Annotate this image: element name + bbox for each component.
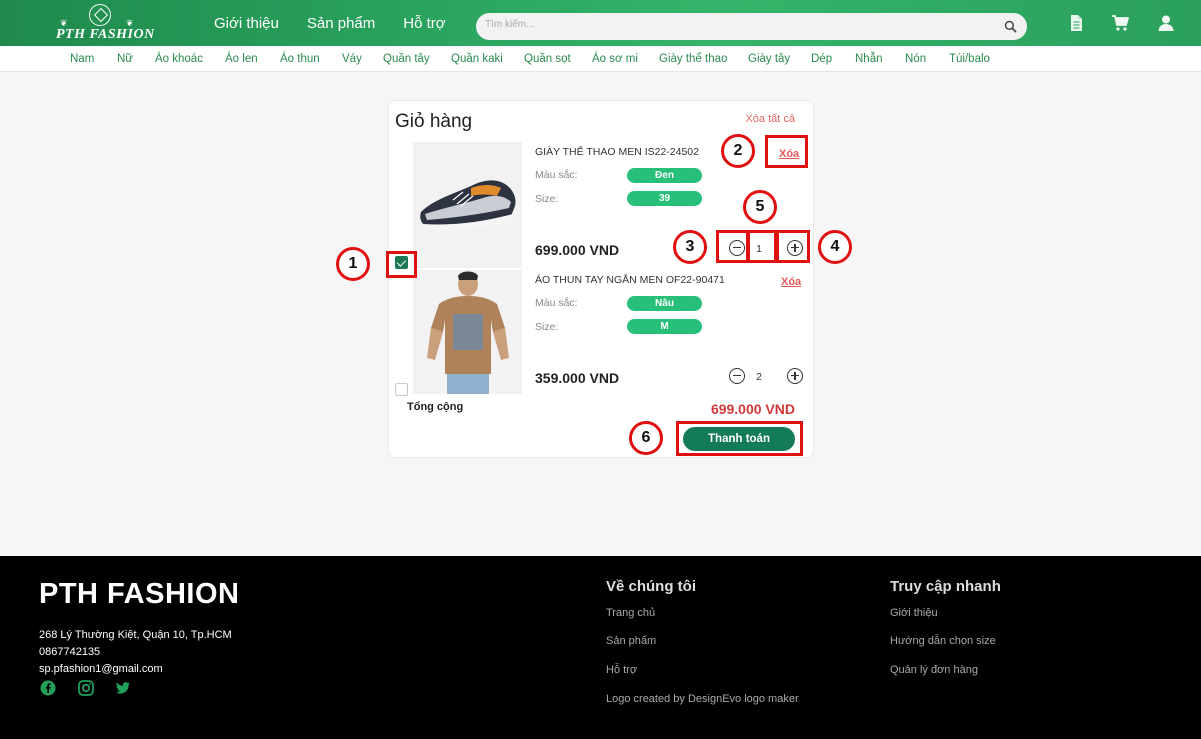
category-shorts[interactable]: Quần sọt [524, 53, 571, 65]
cart-item: ÁO THUN TAY NGẮN MEN OF22-90471 Xóa Màu … [389, 270, 815, 398]
logo-text: PTH FASHION [56, 27, 155, 42]
color-value: Đen [627, 168, 702, 183]
category-sweater[interactable]: Áo len [225, 53, 258, 65]
delete-item-button[interactable]: Xóa [781, 276, 801, 288]
product-name[interactable]: ÁO THUN TAY NGẮN MEN OF22-90471 [535, 274, 725, 286]
category-jacket[interactable]: Áo khoác [155, 53, 203, 65]
total-label: Tổng cộng [407, 401, 464, 413]
category-dress[interactable]: Váy [342, 53, 362, 65]
category-tshirt[interactable]: Áo thun [280, 53, 320, 65]
footer-link-products[interactable]: Sản phẩm [606, 635, 656, 647]
annotation-5: 5 [743, 190, 777, 224]
category-hats[interactable]: Nón [905, 53, 926, 65]
size-value: 39 [627, 191, 702, 206]
category-bags[interactable]: Túi/balo [949, 53, 990, 65]
nav-about[interactable]: Giới thiệu [214, 15, 279, 32]
search-input[interactable]: Tìm kiếm... [485, 19, 534, 30]
user-icon[interactable] [1156, 13, 1176, 33]
size-label: Size: [535, 321, 559, 333]
footer-link-support[interactable]: Hỗ trợ [606, 664, 637, 676]
color-label: Màu sắc: [535, 297, 578, 309]
product-image-sneaker [413, 142, 522, 268]
color-value: Nâu [627, 296, 702, 311]
quantity-value[interactable]: 2 [749, 371, 769, 383]
category-trousers[interactable]: Quần tây [383, 53, 430, 65]
footer-link-logo-credit[interactable]: Logo created by DesignEvo logo maker [606, 693, 799, 705]
footer-brand: PTH FASHION [39, 578, 240, 610]
tshirt-model-image [413, 270, 522, 394]
search-bar[interactable]: Tìm kiếm... [476, 13, 1027, 40]
select-item-checkbox[interactable] [395, 383, 408, 396]
footer-link-order-management[interactable]: Quản lý đơn hàng [890, 664, 978, 676]
cart-title: Giỏ hàng [395, 111, 473, 132]
annotation-4: 4 [818, 230, 852, 264]
decrease-qty-button[interactable] [729, 368, 745, 384]
nav-products[interactable]: Sản phẩm [307, 15, 375, 32]
search-icon[interactable] [1004, 20, 1017, 33]
nav-support[interactable]: Hỗ trợ [403, 15, 445, 32]
product-image-tshirt [413, 270, 522, 394]
document-icon[interactable] [1066, 13, 1086, 33]
product-price: 359.000 VND [535, 370, 620, 386]
category-bar: Nam Nữ Áo khoác Áo len Áo thun Váy Quần … [0, 46, 1201, 72]
annotation-1: 1 [336, 247, 370, 281]
main-nav: Giới thiệu Sản phẩm Hỗ trợ [214, 15, 446, 32]
footer-address: 268 Lý Thường Kiệt, Quận 10, Tp.HCM [39, 629, 232, 641]
twitter-icon[interactable] [115, 680, 131, 696]
highlight-increase [776, 230, 810, 263]
footer-quick-title: Truy cập nhanh [890, 578, 1001, 595]
size-value: M [627, 319, 702, 334]
category-women[interactable]: Nữ [117, 53, 133, 65]
highlight-delete [765, 135, 808, 168]
footer-link-size-guide[interactable]: Hướng dẫn chọn size [890, 635, 996, 647]
diamond-icon [89, 4, 111, 26]
footer-link-about[interactable]: Giới thiệu [890, 607, 938, 619]
highlight-decrease [716, 230, 749, 263]
clear-all-button[interactable]: Xóa tất cả [745, 113, 795, 125]
sneaker-image [413, 142, 522, 268]
facebook-icon[interactable] [40, 680, 56, 696]
product-price: 699.000 VND [535, 242, 620, 258]
footer-about-title: Về chúng tôi [606, 578, 696, 595]
highlight-quantity [747, 230, 777, 263]
footer-phone: 0867742135 [39, 646, 101, 658]
size-label: Size: [535, 193, 559, 205]
color-label: Màu sắc: [535, 169, 578, 181]
product-name[interactable]: GIÀY THỂ THAO MEN IS22-24502 [535, 146, 699, 158]
category-men[interactable]: Nam [70, 53, 94, 65]
site-logo[interactable]: ❦ ❦ PTH FASHION [56, 4, 154, 44]
increase-qty-button[interactable] [787, 368, 803, 384]
annotation-6: 6 [629, 421, 663, 455]
annotation-3: 3 [673, 230, 707, 264]
instagram-icon[interactable] [78, 680, 94, 696]
category-dress-shoes[interactable]: Giày tây [748, 53, 790, 65]
category-sandals[interactable]: Dép [811, 53, 832, 65]
highlight-checkbox [386, 251, 417, 278]
footer-email: sp.pfashion1@gmail.com [39, 663, 163, 675]
footer-link-home[interactable]: Trang chủ [606, 607, 655, 619]
cart-icon[interactable] [1110, 13, 1130, 33]
highlight-checkout [676, 421, 803, 456]
footer: PTH FASHION 268 Lý Thường Kiệt, Quận 10,… [0, 556, 1201, 739]
category-shirt[interactable]: Áo sơ mi [592, 53, 638, 65]
annotation-2: 2 [721, 134, 755, 168]
top-header: ❦ ❦ PTH FASHION Giới thiệu Sản phẩm Hỗ t… [0, 0, 1201, 46]
category-rings[interactable]: Nhẫn [855, 53, 883, 65]
category-khaki[interactable]: Quần kaki [451, 53, 503, 65]
total-value: 699.000 VND [710, 401, 795, 417]
category-sneakers[interactable]: Giày thể thao [659, 53, 727, 65]
